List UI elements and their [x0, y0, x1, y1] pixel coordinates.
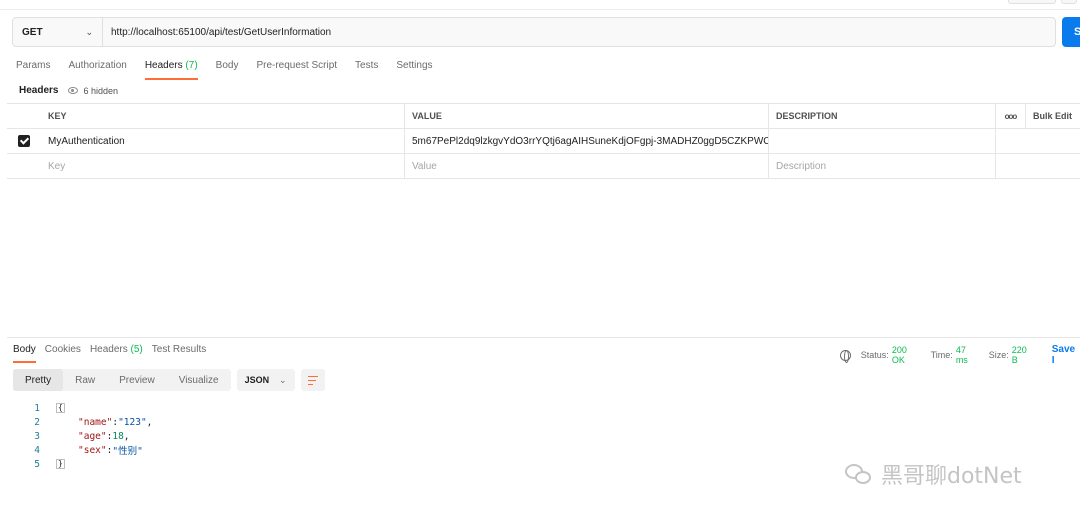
new-key-field[interactable]: Key	[41, 154, 405, 178]
tab-headers-count: (7)	[185, 60, 198, 71]
send-button[interactable]: S	[1062, 17, 1080, 47]
watermark: 黑哥聊dotNet	[845, 458, 1022, 490]
tab-authorization[interactable]: Authorization	[68, 60, 126, 80]
fold-open-brace[interactable]: {	[56, 403, 65, 413]
table-header-row: KEY VALUE DESCRIPTION ooo Bulk Edit	[7, 104, 1080, 129]
time-value[interactable]: 47 ms	[956, 345, 980, 365]
tab-response-headers[interactable]: Headers (5)	[90, 344, 143, 363]
request-tabs: Params Authorization Headers (7) Body Pr…	[16, 60, 451, 80]
json-value: "性别"	[112, 446, 143, 457]
code-line: 1 {	[22, 401, 152, 415]
headers-table: KEY VALUE DESCRIPTION ooo Bulk Edit MyAu…	[7, 103, 1080, 179]
url-bar: GET ⌄ http://localhost:65100/api/test/Ge…	[12, 17, 1056, 47]
json-value: "123"	[118, 416, 147, 428]
header-value-field[interactable]: 5m67PePl2dq9lzkgvYdO3rrYQtj6agAIHSuneKdj…	[405, 129, 769, 153]
more-options-icon[interactable]: ooo	[996, 104, 1026, 128]
line-number: 4	[34, 444, 40, 456]
wechat-logo-icon	[845, 462, 873, 486]
tab-body[interactable]: Body	[216, 60, 239, 80]
status-value[interactable]: 200 OK	[892, 345, 922, 365]
format-label: JSON	[244, 375, 270, 385]
response-code-view[interactable]: 1 { 2 "name": "123", 3 "age": 18, 4 "sex…	[22, 401, 152, 471]
code-line: 3 "age": 18,	[22, 429, 152, 443]
response-divider[interactable]	[7, 337, 1080, 338]
top-strip	[0, 0, 1080, 10]
method-select[interactable]: GET ⌄	[13, 18, 103, 46]
json-value: 18	[112, 430, 124, 442]
chevron-down-icon: ⌄	[85, 26, 93, 37]
response-tabs: Body Cookies Headers (5) Test Results	[13, 344, 215, 363]
line-number: 3	[34, 430, 40, 442]
row-checkbox-cell[interactable]	[7, 129, 41, 153]
tab-cookies[interactable]: Cookies	[45, 344, 81, 363]
line-number: 2	[34, 416, 40, 428]
header-check-column	[7, 104, 41, 128]
eye-icon	[68, 87, 79, 94]
tab-test-results[interactable]: Test Results	[152, 344, 206, 363]
column-description: DESCRIPTION	[769, 104, 996, 128]
new-description-field[interactable]: Description	[769, 154, 996, 178]
tab-params[interactable]: Params	[16, 60, 50, 80]
size-value[interactable]: 220 B	[1012, 345, 1035, 365]
line-number: 1	[34, 402, 40, 414]
new-value-field[interactable]: Value	[405, 154, 769, 178]
hidden-headers-count: 6 hidden	[83, 85, 119, 96]
bulk-edit-button[interactable]: Bulk Edit	[1026, 104, 1080, 128]
tab-tests[interactable]: Tests	[355, 60, 378, 80]
checkbox-checked-icon[interactable]	[18, 135, 30, 147]
row-checkbox-cell-empty	[7, 154, 41, 178]
method-label: GET	[22, 26, 43, 38]
header-key-field[interactable]: MyAuthentication	[41, 129, 405, 153]
globe-icon[interactable]	[840, 349, 851, 363]
line-number: 5	[34, 458, 40, 470]
status-label: Status:	[860, 350, 889, 360]
table-row: MyAuthentication 5m67PePl2dq9lzkgvYdO3rr…	[7, 129, 1080, 154]
view-pretty[interactable]: Pretty	[13, 369, 64, 391]
response-toolbar: Pretty Raw Preview Visualize JSON ⌄	[13, 369, 325, 391]
top-toolbar-button-small[interactable]	[1061, 0, 1077, 4]
size-label: Size:	[988, 350, 1009, 360]
tab-pre-request-script[interactable]: Pre-request Script	[256, 60, 337, 80]
format-select[interactable]: JSON ⌄	[236, 369, 295, 391]
code-line: 5 }	[22, 457, 152, 471]
headers-label: Headers	[19, 85, 59, 96]
response-headers-count: (5)	[130, 344, 143, 355]
header-description-field[interactable]	[769, 129, 996, 153]
json-key: "sex"	[78, 444, 107, 456]
view-preview[interactable]: Preview	[107, 369, 167, 391]
response-status-bar: Status: 200 OK Time: 47 ms Size: 220 B S…	[840, 344, 1080, 366]
view-visualize[interactable]: Visualize	[167, 369, 231, 391]
watermark-text: 黑哥聊dotNet	[881, 464, 1022, 489]
wrap-lines-icon[interactable]	[300, 369, 325, 391]
hidden-headers-toggle[interactable]: 6 hidden	[68, 86, 118, 96]
headers-subheader: Headers 6 hidden	[19, 85, 118, 96]
tab-settings[interactable]: Settings	[396, 60, 432, 80]
url-input[interactable]: http://localhost:65100/api/test/GetUserI…	[103, 27, 331, 38]
json-key: "age"	[78, 430, 107, 442]
tab-headers[interactable]: Headers (7)	[144, 60, 198, 80]
column-key: KEY	[41, 104, 405, 128]
code-line: 4 "sex": "性别"	[22, 443, 152, 458]
column-value: VALUE	[405, 104, 769, 128]
fold-close-brace[interactable]: }	[56, 459, 65, 469]
time-label: Time:	[930, 350, 953, 360]
save-response-button[interactable]: Save I	[1052, 344, 1080, 366]
view-mode-switch: Pretty Raw Preview Visualize	[13, 369, 231, 391]
code-line: 2 "name": "123",	[22, 415, 152, 429]
table-row-empty: Key Value Description	[7, 154, 1080, 179]
chevron-down-icon: ⌄	[279, 374, 287, 385]
top-toolbar-button[interactable]	[1008, 0, 1056, 4]
tab-response-body[interactable]: Body	[13, 344, 36, 363]
json-key: "name"	[78, 416, 113, 428]
view-raw[interactable]: Raw	[63, 369, 107, 391]
